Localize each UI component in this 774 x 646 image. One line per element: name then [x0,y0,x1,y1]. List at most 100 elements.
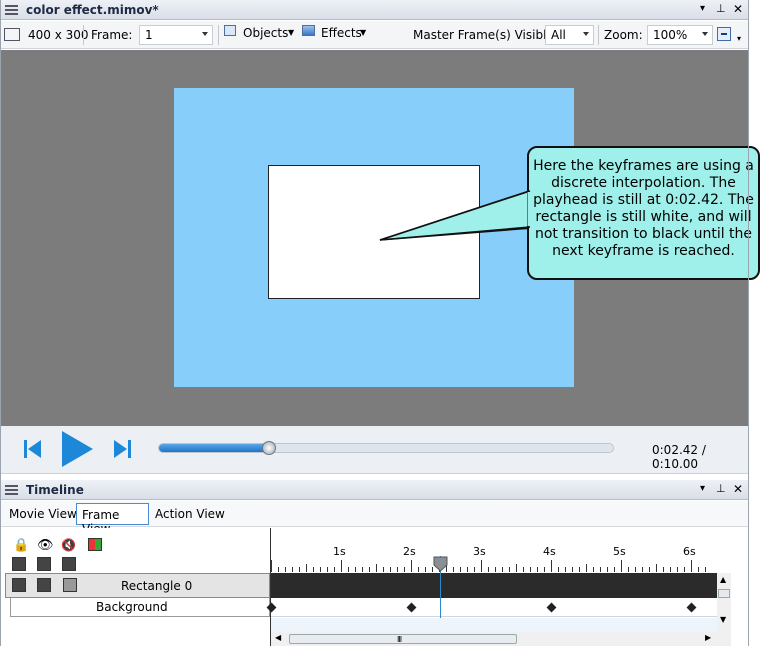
ruler-tick [509,567,510,572]
tab-movie-view[interactable]: Movie View [9,507,77,521]
zoom-select[interactable]: 100% [647,25,713,45]
overflow-icon[interactable]: ▾ [737,34,741,43]
mute-toggle[interactable] [62,557,76,571]
pin-icon[interactable]: ⊥ [716,2,726,15]
chevron-left-icon[interactable]: ◀ [275,633,281,642]
ruler-tick [341,560,342,572]
ruler-tick [530,567,531,572]
chevron-down-icon: ▼ [288,28,295,37]
mute-icon[interactable]: 🔇 [61,538,76,552]
ruler-tick [649,567,650,572]
track-background[interactable]: Background [10,598,270,617]
rectangle-track-bar[interactable] [271,573,717,598]
scroll-thumb[interactable] [718,589,730,598]
ruler-tick [278,567,279,572]
track-lock-toggle[interactable] [12,578,26,592]
skip-forward-icon[interactable] [113,439,131,459]
scroll-thumb[interactable]: III [289,634,517,644]
grip-icon[interactable] [5,5,18,15]
resize-icon[interactable] [4,28,20,41]
ruler-tick [593,567,594,572]
ruler-tick [516,564,517,572]
keyframe-marker[interactable] [546,602,557,613]
pin-icon[interactable]: ⊥ [716,482,726,495]
close-icon[interactable]: ✕ [733,482,743,496]
ruler-tick [285,567,286,572]
ruler-tick [460,567,461,572]
frame-label: Frame: [91,28,133,42]
ruler-tick [320,567,321,572]
ruler-tick [313,567,314,572]
objects-icon [224,25,236,36]
ruler-tick [705,567,706,572]
color-icon[interactable] [88,538,102,551]
ruler-tick [614,567,615,572]
ruler-tick [698,567,699,572]
ruler-tick [362,567,363,572]
track-name: Rectangle 0 [121,579,193,593]
ruler-tick [684,567,685,572]
time-readout: 0:02.42 / 0:10.00 [652,443,706,471]
effects-menu[interactable]: Effects [321,26,362,40]
lock-icon[interactable]: 🔒 [13,538,29,553]
chevron-right-icon[interactable]: ▶ [705,633,711,642]
ruler-tick [544,567,545,572]
ruler-tick [572,567,573,572]
ruler-tick [691,560,692,572]
chevron-down-icon [702,32,708,36]
ruler-tick [607,567,608,572]
grip-icon[interactable] [5,485,18,495]
close-icon[interactable]: ✕ [733,2,743,16]
playhead-handle[interactable] [433,556,448,572]
editor-toolbar: 400 x 300 Frame: 1 Objects ▼ Effects ▼ M… [0,21,748,49]
frame-select[interactable]: 1 [139,25,213,45]
track-name: Background [96,600,168,614]
track-rectangle-0[interactable]: Rectangle 0 [5,573,270,598]
ruler-tick [411,560,412,572]
eye-icon[interactable]: 👁 [37,538,54,553]
ruler-tick [355,567,356,572]
chevron-down-icon[interactable]: ▼ [720,615,726,624]
seek-thumb[interactable] [262,441,276,455]
objects-menu[interactable]: Objects [243,26,288,40]
ruler-tick [670,567,671,572]
play-icon[interactable] [60,430,94,468]
zoom-out-button[interactable] [717,27,731,41]
tab-frame-view[interactable]: Frame View [76,503,149,536]
ruler-tick [327,567,328,572]
ruler-tick [495,567,496,572]
keyframe-marker[interactable] [406,602,417,613]
ruler-tick [558,567,559,572]
master-frames-select[interactable]: All [545,25,594,45]
zoom-label: Zoom: [604,28,643,42]
background-keyframe-row[interactable] [266,598,717,617]
visibility-toggle[interactable] [37,557,51,571]
tab-action-view[interactable]: Action View [155,507,225,521]
time-ruler[interactable]: 1s 2s 3s 4s 5s 6s [271,528,717,572]
ruler-tick [299,567,300,572]
effects-icon [302,25,315,36]
ruler-tick [306,564,307,572]
editor-title: color effect.mimov* [26,3,159,17]
seek-progress [159,444,269,452]
chevron-up-icon[interactable]: ▲ [720,575,726,584]
ruler-tick [523,567,524,572]
horizontal-scrollbar[interactable]: ◀ III ▶ [271,632,717,646]
dropdown-icon[interactable]: ▾ [700,483,705,494]
ruler-label: 3s [473,545,486,558]
canvas-size[interactable]: 400 x 300 [28,28,89,42]
keyframe-marker[interactable] [686,602,697,613]
vertical-scrollbar[interactable]: ▲ ▼ [717,573,731,646]
chevron-down-icon [202,32,208,36]
ruler-tick [600,567,601,572]
seek-track[interactable] [158,441,614,455]
skip-back-icon[interactable] [24,439,42,459]
lock-toggle[interactable] [12,557,26,571]
track-mute-toggle[interactable] [63,578,77,592]
track-visibility-toggle[interactable] [37,578,51,592]
master-frames-label: Master Frame(s) Visible [413,28,554,42]
ruler-tick [502,567,503,572]
ruler-tick [334,567,335,572]
ruler-tick [621,560,622,572]
dropdown-icon[interactable]: ▾ [700,3,705,14]
